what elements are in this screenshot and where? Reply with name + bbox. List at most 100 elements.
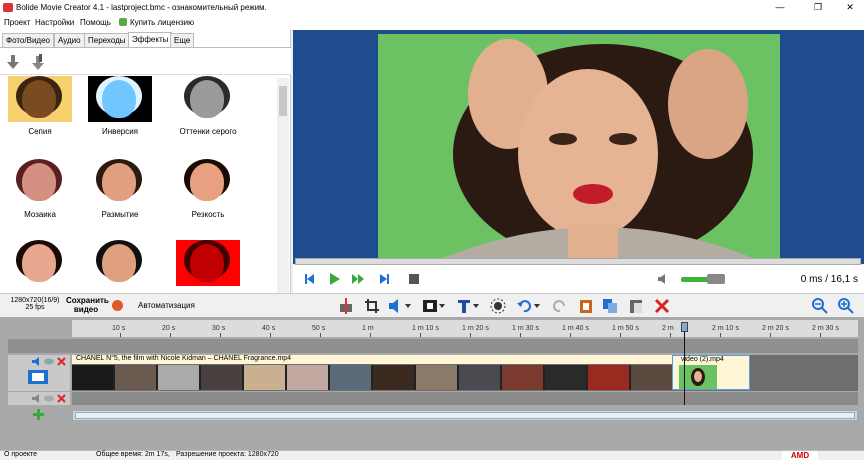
- arrow-down-icon[interactable]: [7, 55, 19, 69]
- effect-item[interactable]: [80, 240, 160, 286]
- effect-item[interactable]: Оттенки серого: [168, 76, 248, 136]
- clip-frame-thumbnail: [201, 365, 242, 390]
- chevron-down-icon[interactable]: [534, 304, 540, 309]
- tab-audio[interactable]: Аудио: [54, 33, 85, 47]
- save-video-button[interactable]: Сохранить видео: [66, 296, 109, 314]
- crop-icon[interactable]: [364, 298, 380, 314]
- apply-effect-icon[interactable]: [30, 54, 46, 70]
- effect-label: Оттенки серого: [179, 127, 237, 136]
- scrollbar-thumb[interactable]: [279, 86, 287, 116]
- chevron-down-icon[interactable]: [405, 304, 411, 309]
- ruler-tick-label: 10 s: [112, 325, 126, 332]
- clip-frame-thumbnail: [631, 365, 672, 390]
- effect-item[interactable]: Размытие: [80, 159, 160, 219]
- effect-item[interactable]: [0, 240, 80, 286]
- copy-icon[interactable]: [602, 298, 618, 314]
- project-format[interactable]: 1280x720(16/9) 25 fps: [10, 297, 60, 311]
- paste-icon[interactable]: [628, 298, 644, 314]
- menu-buy-license[interactable]: Купить лицензию: [130, 18, 194, 27]
- effect-thumbnail: [176, 159, 240, 205]
- fast-forward-icon[interactable]: [351, 272, 365, 286]
- ruler-tick-mark: [270, 333, 271, 337]
- video-track-header: [8, 355, 70, 391]
- next-icon[interactable]: [377, 272, 391, 286]
- effect-item[interactable]: Мозаика: [0, 159, 80, 219]
- menu-help[interactable]: Помощь: [80, 18, 111, 27]
- brightness-icon[interactable]: [490, 298, 506, 314]
- tab-more[interactable]: Еще: [170, 33, 195, 47]
- zoom-out-icon[interactable]: [812, 298, 828, 314]
- volume-slider-thumb[interactable]: [707, 274, 725, 284]
- playback-progress-bar[interactable]: [295, 258, 861, 265]
- undo-icon[interactable]: [516, 298, 532, 314]
- previous-icon[interactable]: [303, 272, 317, 286]
- play-icon[interactable]: [327, 272, 341, 286]
- video-frame[interactable]: [378, 34, 780, 260]
- effect-item[interactable]: [168, 240, 248, 286]
- film-icon[interactable]: [422, 298, 438, 314]
- status-bar: О проекте Общее время: 2m 17s, Разрешени…: [0, 450, 864, 460]
- audio-track[interactable]: [72, 392, 858, 405]
- ruler-tick-mark: [570, 333, 571, 337]
- ruler-tick-label: 20 s: [162, 325, 176, 332]
- visibility-icon[interactable]: [44, 357, 54, 366]
- playhead-handle[interactable]: [681, 322, 688, 332]
- player-controls: 0 ms / 16,1 s: [293, 265, 864, 293]
- clip-frame-thumbnail: [416, 365, 457, 390]
- record-icon[interactable]: [112, 300, 123, 311]
- zoom-in-icon[interactable]: [838, 298, 854, 314]
- clipboard-icon[interactable]: [578, 298, 594, 314]
- stop-icon[interactable]: [407, 272, 421, 286]
- chevron-down-icon[interactable]: [473, 304, 479, 309]
- project-resolution-status: Разрешение проекта: 1280x720: [176, 451, 279, 458]
- add-track-icon[interactable]: [33, 409, 44, 420]
- tab-transitions[interactable]: Переходы: [84, 33, 130, 47]
- split-icon[interactable]: [338, 298, 354, 314]
- speaker-icon[interactable]: [32, 394, 42, 403]
- close-button[interactable]: ✕: [838, 1, 862, 14]
- about-project[interactable]: О проекте: [4, 451, 37, 458]
- timeline-ruler[interactable]: 10 s 20 s 30 s 40 s 50 s 1 m 1 m 10 s 1 m 20 s 1…: [72, 320, 858, 337]
- delete-icon[interactable]: [654, 298, 670, 314]
- redo-icon[interactable]: [552, 298, 568, 314]
- menu-project[interactable]: Проект: [4, 18, 30, 27]
- ruler-tick-label: 1 m 40 s: [562, 325, 589, 332]
- ruler-tick-label: 2 m 30 s: [812, 325, 839, 332]
- effect-label: Сепия: [28, 127, 52, 136]
- timeline-scrollbar[interactable]: [72, 410, 858, 421]
- clip1-thumbnails[interactable]: [72, 365, 672, 390]
- automation-button[interactable]: Автоматизация: [138, 301, 195, 310]
- effects-scrollbar[interactable]: [277, 78, 289, 318]
- remove-track-icon[interactable]: [57, 357, 66, 366]
- timeline-scrollbar-thumb[interactable]: [75, 412, 855, 419]
- maximize-button[interactable]: ❐: [806, 1, 830, 14]
- minimize-button[interactable]: —: [768, 1, 792, 14]
- speaker-icon[interactable]: [32, 357, 42, 366]
- volume-icon[interactable]: [657, 272, 671, 286]
- timeline-toolbar: 1280x720(16/9) 25 fps Сохранить видео Ав…: [0, 293, 864, 317]
- effect-thumbnail: [88, 240, 152, 286]
- effect-thumbnail: [8, 240, 72, 286]
- tab-effects[interactable]: Эффекты: [128, 32, 173, 47]
- clip2-title: video (2).mp4: [681, 356, 724, 363]
- clip-frame-thumbnail: [158, 365, 199, 390]
- remove-track-icon[interactable]: [57, 394, 66, 403]
- ruler-tick-label: 2 m 20 s: [762, 325, 789, 332]
- ruler-tick-label: 1 m 50 s: [612, 325, 639, 332]
- clip1-header[interactable]: CHANEL N°5, the film with Nicole Kidman …: [72, 355, 672, 364]
- ruler-tick-mark: [320, 333, 321, 337]
- effect-item[interactable]: Сепия: [0, 76, 80, 136]
- visibility-icon[interactable]: [44, 394, 54, 403]
- menu-settings[interactable]: Настройки: [35, 18, 74, 27]
- tab-photo-video[interactable]: Фото/Видео: [2, 33, 54, 47]
- text-icon[interactable]: [456, 298, 472, 314]
- effect-thumbnail: [176, 240, 240, 286]
- playback-time: 0 ms / 16,1 s: [800, 274, 858, 285]
- ruler-tick-label: 2 m: [662, 325, 674, 332]
- film-strip-icon: [28, 370, 48, 384]
- effect-item[interactable]: Инверсия: [80, 76, 160, 136]
- effect-item[interactable]: Резкость: [168, 159, 248, 219]
- chevron-down-icon[interactable]: [439, 304, 445, 309]
- audio-volume-icon[interactable]: [388, 298, 404, 314]
- playhead[interactable]: [681, 322, 688, 405]
